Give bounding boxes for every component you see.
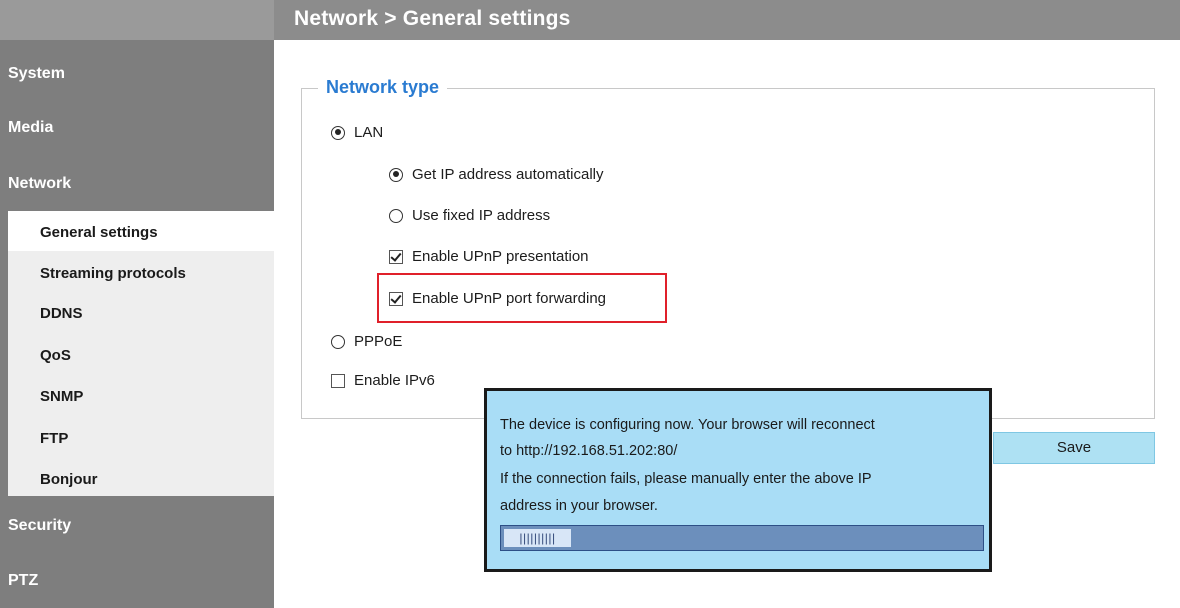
dialog-message-line: The device is configuring now. Your brow…: [500, 417, 875, 433]
upnp-presentation-checkbox[interactable]: Enable UPnP presentation: [389, 248, 589, 265]
lan-radio[interactable]: LAN: [331, 124, 383, 141]
radio-selected-icon: [331, 125, 345, 140]
option-label: Enable UPnP port forwarding: [412, 290, 607, 307]
sidebar-item-ptz[interactable]: PTZ: [0, 572, 274, 596]
option-label: Use fixed IP address: [412, 207, 551, 224]
pppoe-radio[interactable]: PPPoE: [331, 333, 402, 350]
auto-ip-radio[interactable]: Get IP address automatically: [389, 166, 603, 183]
reconnect-dialog: The device is configuring now. Your brow…: [484, 388, 992, 572]
header-left-cap: [0, 0, 274, 40]
progress-bar: ||||||||||: [500, 525, 984, 551]
option-label: Enable IPv6: [354, 372, 435, 389]
section-title: Network type: [318, 77, 448, 98]
option-label: LAN: [354, 124, 384, 141]
fixed-ip-radio[interactable]: Use fixed IP address: [389, 207, 550, 224]
sidebar-item-media[interactable]: Media: [0, 119, 274, 143]
sidebar-item-bonjour[interactable]: Bonjour: [40, 471, 98, 488]
dialog-message-line: to http://192.168.51.202:80/: [500, 443, 678, 459]
dialog-message-line: address in your browser.: [500, 498, 658, 514]
sidebar-item-network[interactable]: Network: [0, 175, 274, 199]
sidebar-item-label: Media: [8, 119, 54, 136]
sidebar-item-ftp[interactable]: FTP: [40, 430, 68, 447]
save-button[interactable]: Save: [993, 432, 1155, 464]
sidebar-item-label: System: [8, 65, 65, 82]
option-label: PPPoE: [354, 333, 403, 350]
sidebar-item-streaming-protocols[interactable]: Streaming protocols: [40, 265, 186, 282]
radio-unselected-icon: [331, 334, 345, 349]
radio-selected-icon: [389, 167, 403, 182]
sidebar-item-general-settings[interactable]: General settings: [40, 224, 158, 241]
sidebar-item-qos[interactable]: QoS: [40, 347, 71, 364]
checkbox-checked-icon: [389, 249, 403, 264]
ipv6-checkbox[interactable]: Enable IPv6: [331, 372, 435, 389]
option-label: Get IP address automatically: [412, 166, 604, 183]
option-label: Enable UPnP presentation: [412, 248, 589, 265]
sidebar-item-label: Network: [8, 175, 72, 192]
progress-fill: ||||||||||: [504, 529, 571, 547]
dialog-message-line: If the connection fails, please manually…: [500, 471, 872, 487]
header-bar: Network > General settings: [0, 0, 1180, 40]
page-title: Network > General settings: [294, 7, 571, 30]
checkbox-checked-icon: [389, 291, 403, 306]
sidebar-item-system[interactable]: System: [0, 65, 274, 89]
sidebar-item-security[interactable]: Security: [0, 517, 274, 541]
checkbox-unchecked-icon: [331, 373, 345, 388]
sidebar-item-label: Security: [8, 517, 72, 534]
radio-unselected-icon: [389, 208, 403, 223]
sidebar-item-ddns[interactable]: DDNS: [40, 305, 83, 322]
upnp-port-forwarding-checkbox[interactable]: Enable UPnP port forwarding: [389, 290, 606, 307]
sidebar-item-label: PTZ: [8, 572, 39, 589]
sidebar-item-snmp[interactable]: SNMP: [40, 388, 83, 405]
